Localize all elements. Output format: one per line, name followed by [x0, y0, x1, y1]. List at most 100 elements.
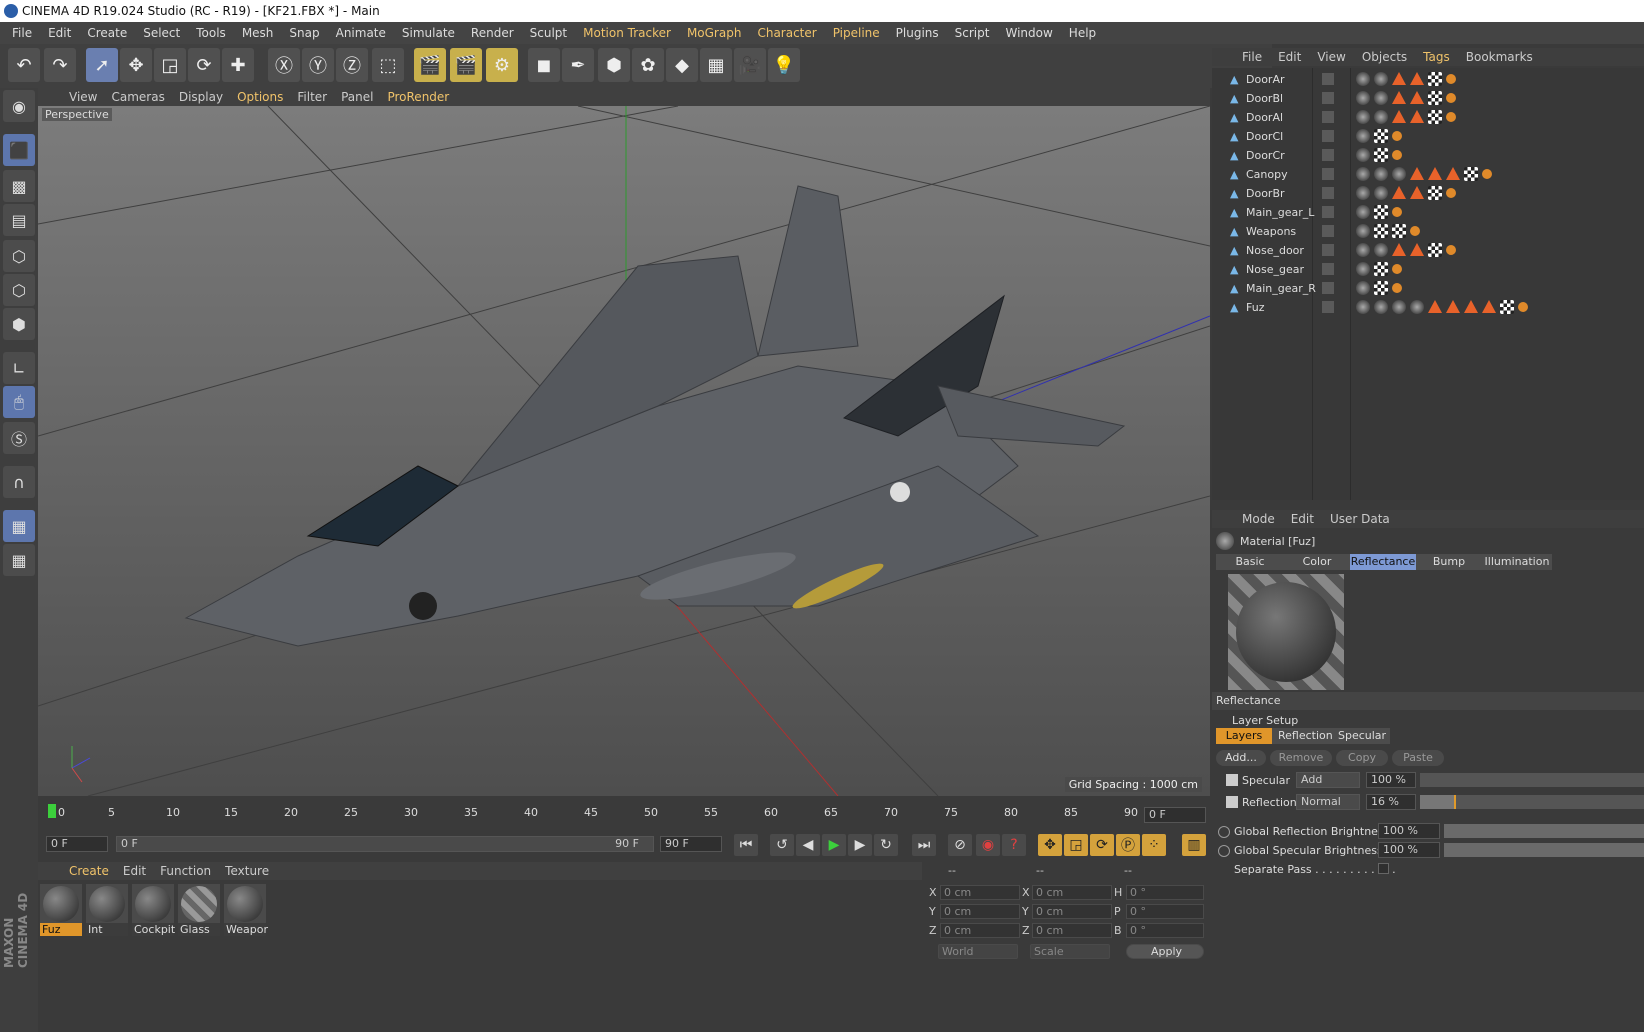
menu-animate[interactable]: Animate	[328, 26, 394, 40]
copy-layer-button[interactable]: Copy	[1336, 750, 1388, 766]
remove-layer-button[interactable]: Remove	[1270, 750, 1332, 766]
visibility-toggle[interactable]	[1322, 92, 1334, 104]
visibility-toggle[interactable]	[1322, 111, 1334, 123]
material-tag-icon[interactable]	[1356, 148, 1370, 162]
object-row[interactable]: ▲ DoorBl	[1216, 89, 1644, 108]
z-axis-lock-icon[interactable]: Ⓩ	[336, 48, 368, 82]
texture-mode-icon[interactable]: ▩	[3, 170, 35, 202]
selection-tag-icon[interactable]	[1410, 91, 1424, 104]
camera-icon[interactable]: 🎥	[734, 48, 766, 82]
material-tag-icon[interactable]	[1356, 72, 1370, 86]
layer-strength-field[interactable]: 100 %	[1366, 772, 1416, 788]
selection-tag-icon[interactable]	[1482, 300, 1496, 313]
previous-key-icon[interactable]: ↺	[770, 834, 794, 856]
floor-icon[interactable]: ▦	[700, 48, 732, 82]
selection-tag-icon[interactable]	[1446, 167, 1460, 180]
normal-tag-icon[interactable]	[1392, 150, 1402, 160]
light-icon[interactable]: 💡	[768, 48, 800, 82]
subtab-specular[interactable]: Specular	[1332, 728, 1390, 744]
size-mode-dropdown[interactable]: Scale	[1030, 944, 1110, 959]
subtab-reflection[interactable]: Reflection	[1272, 728, 1333, 744]
layer-blend-mode-dropdown[interactable]: Add	[1296, 772, 1360, 788]
uvw-tag-icon[interactable]	[1428, 243, 1442, 257]
fighter-jet-model[interactable]	[184, 185, 1126, 647]
normal-tag-icon[interactable]	[1392, 131, 1402, 141]
object-row[interactable]: ▲ Main_gear_R	[1216, 279, 1644, 298]
tab-reflectance[interactable]: Reflectance	[1350, 554, 1416, 570]
object-row[interactable]: ▲ DoorAl	[1216, 108, 1644, 127]
global-specular-field[interactable]: 100 %	[1378, 842, 1440, 858]
cube-primitive-icon[interactable]: ◼	[528, 48, 560, 82]
material-menu-edit[interactable]: Edit	[116, 864, 153, 878]
preview-range-slider[interactable]: 0 F 90 F	[116, 836, 654, 852]
rotation-h-field[interactable]: 0 °	[1126, 885, 1204, 900]
selection-tag-icon[interactable]	[1392, 243, 1406, 256]
record-pla-icon[interactable]: ⁘	[1142, 834, 1166, 856]
menu-sculpt[interactable]: Sculpt	[522, 26, 575, 40]
uvw-tag-icon[interactable]	[1428, 72, 1442, 86]
workplane-mode-icon[interactable]: ▤	[3, 204, 35, 236]
selection-tag-icon[interactable]	[1410, 110, 1424, 123]
menu-create[interactable]: Create	[79, 26, 135, 40]
normal-tag-icon[interactable]	[1410, 226, 1420, 236]
material-tag-icon[interactable]	[1374, 186, 1388, 200]
polygons-mode-icon[interactable]: ⬢	[3, 308, 35, 340]
viewport-menu-panel[interactable]: Panel	[334, 90, 380, 104]
render-view-icon[interactable]: 🎬	[414, 48, 446, 82]
object-row[interactable]: ▲ Weapons	[1216, 222, 1644, 241]
points-mode-icon[interactable]: ⬡	[3, 240, 35, 272]
uvw-tag-icon[interactable]	[1500, 300, 1514, 314]
objects-menu-view[interactable]: View	[1309, 50, 1353, 64]
tab-illumination[interactable]: Illumination	[1482, 554, 1552, 570]
viewport-menu-cameras[interactable]: Cameras	[104, 90, 171, 104]
subdivision-surface-icon[interactable]: ⬢	[598, 48, 630, 82]
next-key-icon[interactable]: ↻	[874, 834, 898, 856]
visibility-toggle[interactable]	[1322, 282, 1334, 294]
rotation-b-field[interactable]: 0 °	[1126, 923, 1204, 938]
visibility-toggle[interactable]	[1322, 206, 1334, 218]
objects-menu-bookmarks[interactable]: Bookmarks	[1458, 50, 1541, 64]
selection-tag-icon[interactable]	[1410, 167, 1424, 180]
material-tag-icon[interactable]	[1356, 300, 1370, 314]
size-z-field[interactable]: 0 cm	[1032, 923, 1112, 938]
menu-snap[interactable]: Snap	[281, 26, 327, 40]
menu-motion-tracker[interactable]: Motion Tracker	[575, 26, 679, 40]
record-rotation-icon[interactable]: ⟳	[1090, 834, 1114, 856]
uvw-tag-icon[interactable]	[1374, 205, 1388, 219]
layer-strength-slider[interactable]	[1420, 795, 1644, 809]
menu-simulate[interactable]: Simulate	[394, 26, 463, 40]
rotate-tool-icon[interactable]: ⟳	[188, 48, 220, 82]
viewport-menu-filter[interactable]: Filter	[290, 90, 334, 104]
workplane-icon[interactable]: ▦	[3, 510, 35, 542]
material-tag-icon[interactable]	[1356, 281, 1370, 295]
visibility-toggle[interactable]	[1322, 73, 1334, 85]
x-axis-lock-icon[interactable]: Ⓧ	[268, 48, 300, 82]
live-selection-icon[interactable]: ➚	[86, 48, 118, 82]
material-menu-create[interactable]: Create	[62, 864, 116, 878]
y-axis-lock-icon[interactable]: Ⓨ	[302, 48, 334, 82]
next-frame-icon[interactable]: ▶	[848, 834, 872, 856]
normal-tag-icon[interactable]	[1392, 283, 1402, 293]
cloner-icon[interactable]: ✿	[632, 48, 664, 82]
visibility-toggle[interactable]	[1322, 149, 1334, 161]
separate-pass-checkbox[interactable]	[1378, 863, 1389, 874]
global-reflection-field[interactable]: 100 %	[1378, 823, 1440, 839]
position-x-field[interactable]: 0 cm	[940, 885, 1020, 900]
size-x-field[interactable]: 0 cm	[1032, 885, 1112, 900]
layer-blend-mode-dropdown[interactable]: Normal	[1296, 794, 1360, 810]
material-swatch[interactable]: Weapor	[224, 884, 268, 936]
uvw-tag-icon[interactable]	[1374, 129, 1388, 143]
selection-tag-icon[interactable]	[1464, 300, 1478, 313]
viewport-menu-options[interactable]: Options	[230, 90, 290, 104]
current-frame-field[interactable]: 0 F	[46, 836, 108, 852]
material-menu-function[interactable]: Function	[153, 864, 218, 878]
axis-mode-icon[interactable]: ∟	[3, 352, 35, 384]
material-tag-icon[interactable]	[1374, 243, 1388, 257]
material-tag-icon[interactable]	[1356, 91, 1370, 105]
selection-tag-icon[interactable]	[1392, 110, 1406, 123]
record-position-icon[interactable]: ✥	[1038, 834, 1062, 856]
object-row[interactable]: ▲ Nose_door	[1216, 241, 1644, 260]
material-tag-icon[interactable]	[1356, 243, 1370, 257]
material-tag-icon[interactable]	[1356, 167, 1370, 181]
selection-tag-icon[interactable]	[1392, 91, 1406, 104]
